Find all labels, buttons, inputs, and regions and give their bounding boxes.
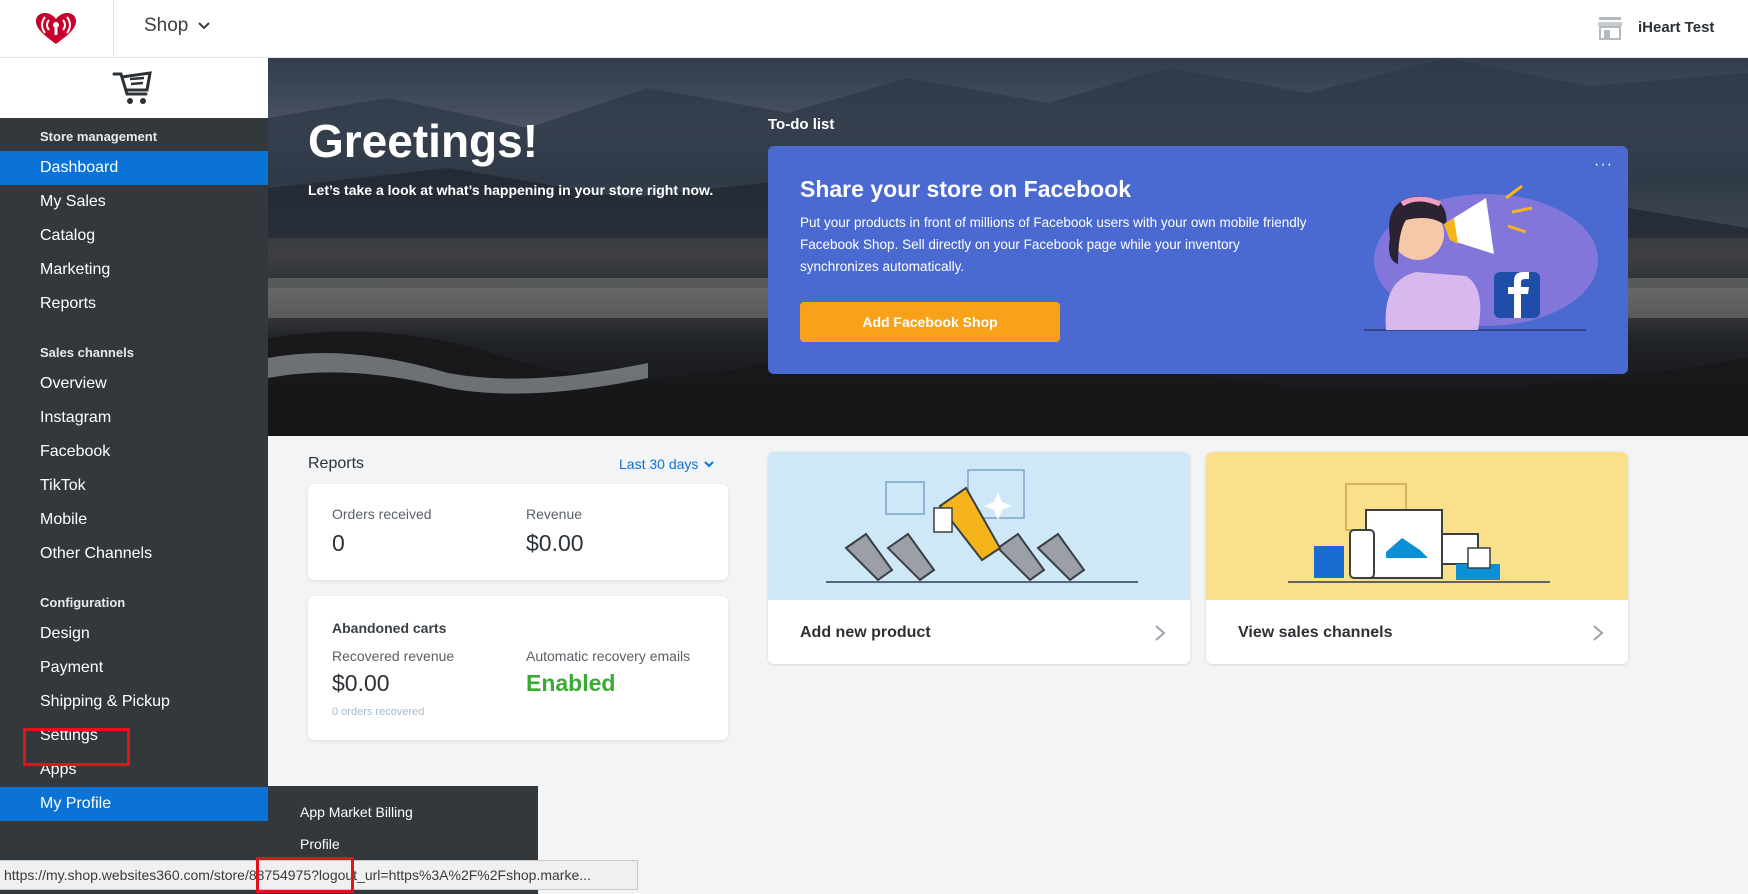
menu-item-profile[interactable]: Profile	[300, 836, 340, 852]
orders-recovered-text: 0 orders recovered	[332, 706, 425, 718]
orders-received-value: 0	[332, 530, 345, 556]
add-new-product-tile[interactable]: Add new product	[768, 452, 1190, 664]
sidebar-item-catalog[interactable]: Catalog	[0, 219, 268, 253]
sidebar-item-payment[interactable]: Payment	[0, 651, 268, 685]
revenue-label: Revenue	[526, 506, 583, 522]
sidebar-item-facebook[interactable]: Facebook	[0, 435, 268, 469]
chevron-right-icon	[1593, 625, 1604, 641]
recovered-revenue-value: $0.00	[332, 670, 390, 696]
todo-list-title: To-do list	[768, 116, 835, 133]
my-profile-highlight-box	[23, 728, 130, 766]
shop-switcher-label: Shop	[144, 15, 189, 36]
sneakers-illustration	[768, 452, 1190, 600]
facebook-card-title: Share your store on Facebook	[800, 176, 1132, 202]
view-sales-channels-tile[interactable]: View sales channels	[1206, 452, 1628, 664]
sidebar-item-reports[interactable]: Reports	[0, 287, 268, 321]
greeting-title: Greetings!	[308, 115, 539, 167]
shopping-cart-icon	[112, 71, 152, 104]
user-name[interactable]: iHeart Test	[1638, 19, 1714, 36]
facebook-promo-card: Share your store on Facebook Put your pr…	[768, 146, 1628, 374]
chevron-down-icon	[198, 22, 211, 30]
facebook-card-description: Put your products in front of millions o…	[800, 215, 1307, 274]
hero-banner: Greetings! Let’s take a look at what’s h…	[268, 58, 1748, 436]
sidebar: Store management Dashboard My Sales Cata…	[0, 58, 268, 894]
abandoned-carts-card: Abandoned carts Recovered revenue $0.00 …	[308, 596, 728, 740]
greeting-subtitle: Let’s take a look at what’s happening in…	[308, 182, 714, 198]
devices-illustration	[1206, 452, 1628, 600]
view-sales-channels-label: View sales channels	[1238, 624, 1393, 641]
add-new-product-label: Add new product	[800, 624, 931, 641]
sidebar-item-design[interactable]: Design	[0, 617, 268, 651]
add-facebook-shop-button[interactable]: Add Facebook Shop	[800, 302, 1060, 342]
sidebar-section-sales-channels: Sales channels	[40, 345, 134, 360]
revenue-value: $0.00	[526, 530, 584, 556]
sidebar-item-dashboard[interactable]: Dashboard	[0, 151, 268, 185]
orders-received-label: Orders received	[332, 506, 432, 522]
app-window: Shop iHeart Test Store management Dashbo…	[0, 0, 1748, 894]
storefront-icon[interactable]	[1596, 15, 1624, 41]
sidebar-item-marketing[interactable]: Marketing	[0, 253, 268, 287]
sidebar-section-configuration: Configuration	[40, 595, 126, 610]
recovery-emails-status[interactable]: Enabled	[526, 670, 615, 697]
sidebar-item-my-profile[interactable]: My Profile	[0, 787, 268, 821]
sidebar-item-overview[interactable]: Overview	[0, 367, 268, 401]
sidebar-item-mobile[interactable]: Mobile	[0, 503, 268, 537]
sidebar-logo-area	[0, 58, 268, 118]
sidebar-item-tiktok[interactable]: TikTok	[0, 469, 268, 503]
orders-revenue-card: Orders received 0 Revenue $0.00	[308, 484, 728, 580]
chevron-down-icon	[704, 460, 715, 467]
reports-title: Reports	[308, 455, 365, 472]
sidebar-section-store-management: Store management	[40, 129, 158, 144]
chevron-right-icon	[1155, 625, 1166, 641]
sidebar-item-other-channels[interactable]: Other Channels	[0, 537, 268, 571]
top-bar: Shop iHeart Test	[0, 0, 1748, 58]
megaphone-illustration	[1364, 184, 1598, 331]
reports-range-select[interactable]: Last 30 days	[619, 456, 715, 472]
iheart-logo-icon[interactable]	[34, 12, 78, 46]
store-id-highlight-box	[256, 857, 354, 893]
recovered-revenue-label: Recovered revenue	[332, 648, 455, 664]
sidebar-item-instagram[interactable]: Instagram	[0, 401, 268, 435]
sidebar-item-my-sales[interactable]: My Sales	[0, 185, 268, 219]
topbar-divider	[113, 0, 114, 58]
sidebar-item-shipping-pickup[interactable]: Shipping & Pickup	[0, 685, 268, 719]
reports-range-label: Last 30 days	[619, 456, 699, 472]
menu-item-app-market-billing[interactable]: App Market Billing	[300, 804, 413, 820]
shop-switcher[interactable]: Shop	[144, 15, 211, 37]
recovery-emails-label: Automatic recovery emails	[526, 648, 691, 664]
abandoned-carts-title: Abandoned carts	[332, 620, 447, 636]
